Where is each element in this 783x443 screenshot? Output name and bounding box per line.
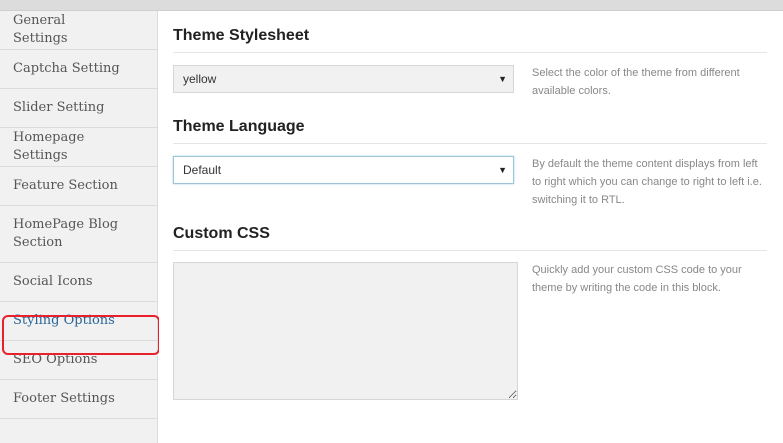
top-admin-bar xyxy=(0,0,783,11)
theme-stylesheet-title: Theme Stylesheet xyxy=(173,21,767,53)
sidebar-item-seo-options[interactable]: SEO Options xyxy=(0,341,157,380)
sidebar-item-label: Captcha Setting xyxy=(13,61,120,76)
sidebar-item-label: Social Icons xyxy=(13,274,93,289)
sidebar-item-label: Footer Settings xyxy=(13,391,115,406)
sidebar-item-label: Slider Setting xyxy=(13,100,105,115)
sidebar-item-label: HomePage Blog Section xyxy=(13,217,119,250)
sidebar-item-footer-settings[interactable]: Footer Settings xyxy=(0,380,157,419)
theme-language-description: By default the theme content displays fr… xyxy=(532,158,762,206)
custom-css-title: Custom CSS xyxy=(173,219,767,251)
selected-value: Default xyxy=(183,163,222,177)
dropdown-arrow-icon: ▼ xyxy=(498,165,507,175)
sidebar-item-label: SEO Options xyxy=(13,352,98,367)
settings-panel: Theme Stylesheet yellow ▼ Select the col… xyxy=(159,11,783,443)
sidebar-item-label: Homepage Settings xyxy=(13,130,85,163)
sidebar-item-social-icons[interactable]: Social Icons xyxy=(0,263,157,302)
settings-sidebar: General Settings Captcha Setting Slider … xyxy=(0,11,158,443)
theme-stylesheet-description: Select the color of the theme from diffe… xyxy=(532,67,740,97)
sidebar-item-homepage-blog-section[interactable]: HomePage Blog Section xyxy=(0,206,157,263)
dropdown-arrow-icon: ▼ xyxy=(498,74,507,84)
theme-language-title: Theme Language xyxy=(173,112,767,144)
sidebar-item-captcha-setting[interactable]: Captcha Setting xyxy=(0,50,157,89)
sidebar-item-feature-section[interactable]: Feature Section xyxy=(0,167,157,206)
sidebar-item-label: Styling Options xyxy=(13,313,115,328)
sidebar-item-homepage-settings[interactable]: Homepage Settings xyxy=(0,128,157,167)
sidebar-item-label: General Settings xyxy=(13,13,68,46)
theme-stylesheet-select[interactable]: yellow ▼ xyxy=(173,65,514,93)
sidebar-item-slider-setting[interactable]: Slider Setting xyxy=(0,89,157,128)
custom-css-description: Quickly add your custom CSS code to your… xyxy=(532,264,742,294)
custom-css-textarea[interactable] xyxy=(173,262,518,400)
sidebar-item-label: Feature Section xyxy=(13,178,118,193)
theme-language-select[interactable]: Default ▼ xyxy=(173,156,514,184)
sidebar-item-styling-options[interactable]: Styling Options xyxy=(0,302,157,341)
selected-value: yellow xyxy=(183,72,217,86)
sidebar-item-general-settings[interactable]: General Settings xyxy=(0,11,157,50)
